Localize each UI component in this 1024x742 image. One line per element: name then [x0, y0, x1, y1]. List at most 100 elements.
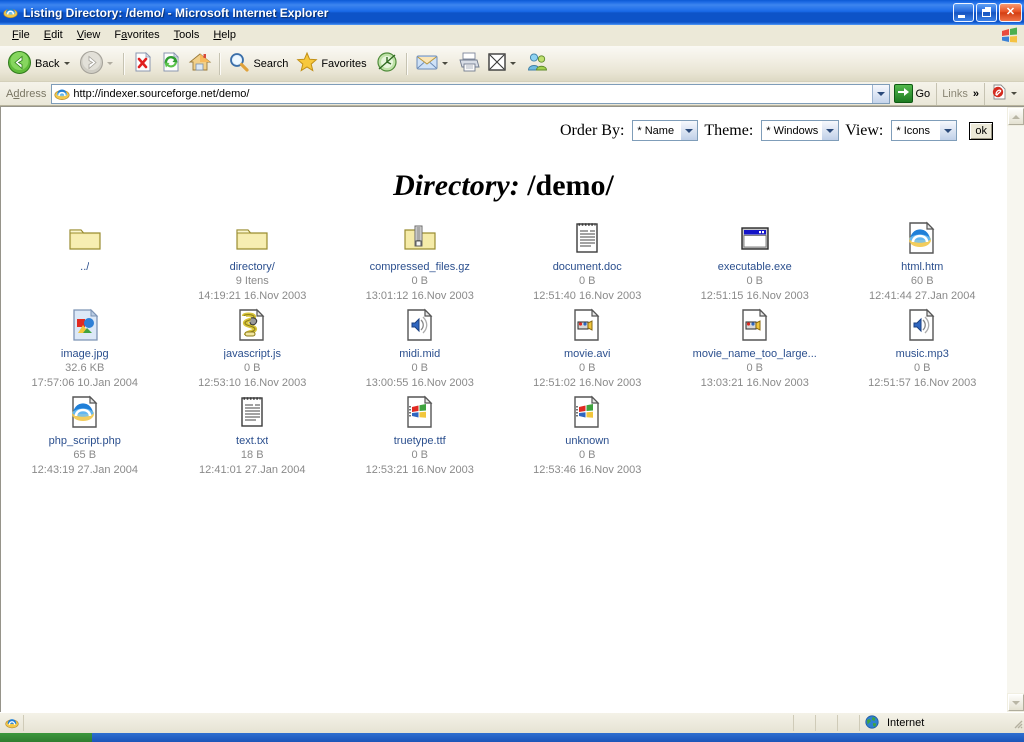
pdf-dropdown-arrow[interactable] [1011, 92, 1017, 95]
file-name-link[interactable]: image.jpg [61, 347, 109, 361]
image-file-icon[interactable] [68, 308, 102, 342]
minimize-button[interactable] [953, 3, 974, 22]
font-file-icon[interactable] [570, 395, 604, 429]
menu-edit[interactable]: Edit [37, 27, 70, 43]
audio-file-icon[interactable] [905, 308, 939, 342]
file-entry[interactable]: executable.exe 0 B 12:51:15 16.Nov 2003 [671, 221, 839, 304]
vertical-scrollbar[interactable] [1006, 107, 1024, 712]
file-entry[interactable]: text.txt 18 B 12:41:01 27.Jan 2004 [169, 395, 337, 478]
history-button[interactable] [372, 49, 402, 79]
file-name-link[interactable]: text.txt [236, 434, 268, 448]
status-pane-2 [816, 715, 838, 731]
mail-dropdown-arrow[interactable] [441, 62, 448, 65]
search-button[interactable]: Search [225, 49, 293, 79]
menu-favorites[interactable]: Favorites [107, 27, 166, 43]
file-name-link[interactable]: ../ [80, 260, 89, 274]
refresh-button[interactable] [157, 49, 185, 79]
document-icon[interactable] [570, 221, 604, 255]
file-entry[interactable]: midi.mid 0 B 13:00:55 16.Nov 2003 [336, 308, 504, 391]
stop-button[interactable] [129, 49, 157, 79]
menu-view[interactable]: View [70, 27, 108, 43]
file-name-link[interactable]: directory/ [230, 260, 275, 274]
maximize-button[interactable] [976, 3, 997, 22]
html-page-icon[interactable] [905, 221, 939, 255]
file-name-link[interactable]: executable.exe [718, 260, 792, 274]
document-icon[interactable] [235, 395, 269, 429]
print-button[interactable] [454, 49, 484, 79]
pdf-toolbar-button[interactable] [984, 82, 1024, 105]
favorites-button[interactable]: Favorites [293, 49, 371, 79]
file-name-link[interactable]: midi.mid [399, 347, 440, 361]
file-name-link[interactable]: unknown [565, 434, 609, 448]
ok-button[interactable]: ok [969, 121, 993, 140]
resize-grip[interactable] [1010, 716, 1024, 730]
file-name-link[interactable]: music.mp3 [896, 347, 949, 361]
video-file-icon[interactable] [738, 308, 772, 342]
address-dropdown-button[interactable] [871, 84, 889, 103]
back-button[interactable]: Back [4, 49, 76, 79]
file-entry[interactable]: truetype.ttf 0 B 12:53:21 16.Nov 2003 [336, 395, 504, 478]
file-date: 13:03:21 16.Nov 2003 [700, 377, 809, 389]
go-button[interactable]: Go [890, 83, 937, 105]
file-name-link[interactable]: truetype.ttf [394, 434, 446, 448]
forward-button[interactable] [76, 49, 119, 79]
file-name-link[interactable]: movie_name_too_large... [693, 347, 817, 361]
file-entry[interactable]: ../ [1, 221, 169, 304]
video-file-icon[interactable] [570, 308, 604, 342]
file-name-link[interactable]: compressed_files.gz [370, 260, 470, 274]
mail-button[interactable] [412, 49, 454, 79]
scrollbar-track[interactable] [1007, 126, 1024, 693]
file-size: 0 B [913, 362, 931, 374]
file-date: 13:00:55 16.Nov 2003 [365, 377, 474, 389]
printer-icon [457, 51, 481, 76]
file-entry[interactable]: html.htm 60 B 12:41:44 27.Jan 2004 [839, 221, 1007, 304]
file-entry[interactable]: image.jpg 32.6 KB 17:57:06 10.Jan 2004 [1, 308, 169, 391]
view-select[interactable]: * Icons [891, 120, 958, 141]
edit-button[interactable] [484, 49, 522, 79]
html-page-icon[interactable] [68, 395, 102, 429]
folder-icon[interactable] [235, 221, 269, 255]
file-entry[interactable]: music.mp3 0 B 12:51:57 16.Nov 2003 [839, 308, 1007, 391]
application-window-icon[interactable] [738, 221, 772, 255]
file-name-link[interactable]: php_script.php [49, 434, 121, 448]
chevron-expand-icon[interactable]: » [973, 88, 979, 100]
archive-folder-icon[interactable] [403, 221, 437, 255]
back-dropdown-arrow[interactable] [64, 62, 71, 65]
menu-file[interactable]: File [5, 27, 37, 43]
file-entry[interactable]: movie_name_too_large... 0 B 13:03:21 16.No… [671, 308, 839, 391]
file-entry[interactable]: movie.avi 0 B 12:51:02 16.Nov 2003 [504, 308, 672, 391]
order-by-select[interactable]: * Name [632, 120, 699, 141]
forward-dropdown-arrow [107, 62, 114, 65]
search-icon [228, 51, 250, 76]
audio-file-icon[interactable] [403, 308, 437, 342]
menu-help[interactable]: Help [206, 27, 243, 43]
title-bar: Listing Directory: /demo/ - Microsoft In… [0, 0, 1024, 25]
theme-select[interactable]: * Windows [761, 120, 840, 141]
close-button[interactable]: ✕ [999, 3, 1022, 22]
scroll-up-button[interactable] [1008, 108, 1024, 125]
links-bar[interactable]: Links » [936, 82, 984, 105]
scroll-down-button[interactable] [1008, 694, 1024, 711]
file-date: 12:43:19 27.Jan 2004 [31, 464, 138, 476]
file-name-link[interactable]: document.doc [553, 260, 622, 274]
file-name-link[interactable]: movie.avi [564, 347, 610, 361]
menu-tools[interactable]: Tools [167, 27, 207, 43]
file-entry[interactable]: document.doc 0 B 12:51:40 16.Nov 2003 [504, 221, 672, 304]
home-button[interactable] [185, 49, 215, 79]
address-input[interactable]: http://indexer.sourceforge.net/demo/ [51, 83, 890, 104]
file-entry[interactable]: compressed_files.gz 0 B 13:01:12 16.Nov 20… [336, 221, 504, 304]
file-name-link[interactable]: javascript.js [224, 347, 281, 361]
font-file-icon[interactable] [403, 395, 437, 429]
file-entry[interactable]: unknown 0 B 12:53:46 16.Nov 2003 [504, 395, 672, 478]
file-entry[interactable]: directory/9 Itens 14:19:21 16.Nov 2003 [169, 221, 337, 304]
order-by-value: * Name [637, 124, 675, 137]
edit-dropdown-arrow[interactable] [509, 62, 516, 65]
file-entry[interactable]: javascript.js 0 B 12:53:10 16.Nov 2003 [169, 308, 337, 391]
file-entry[interactable]: php_script.php 65 B 12:43:19 27.Jan 2004 [1, 395, 169, 478]
messenger-button[interactable] [522, 49, 552, 79]
security-zone[interactable]: Internet [860, 714, 1010, 731]
folder-icon[interactable] [68, 221, 102, 255]
file-name-link[interactable]: html.htm [901, 260, 943, 274]
start-button[interactable] [0, 733, 92, 742]
script-file-icon[interactable] [235, 308, 269, 342]
